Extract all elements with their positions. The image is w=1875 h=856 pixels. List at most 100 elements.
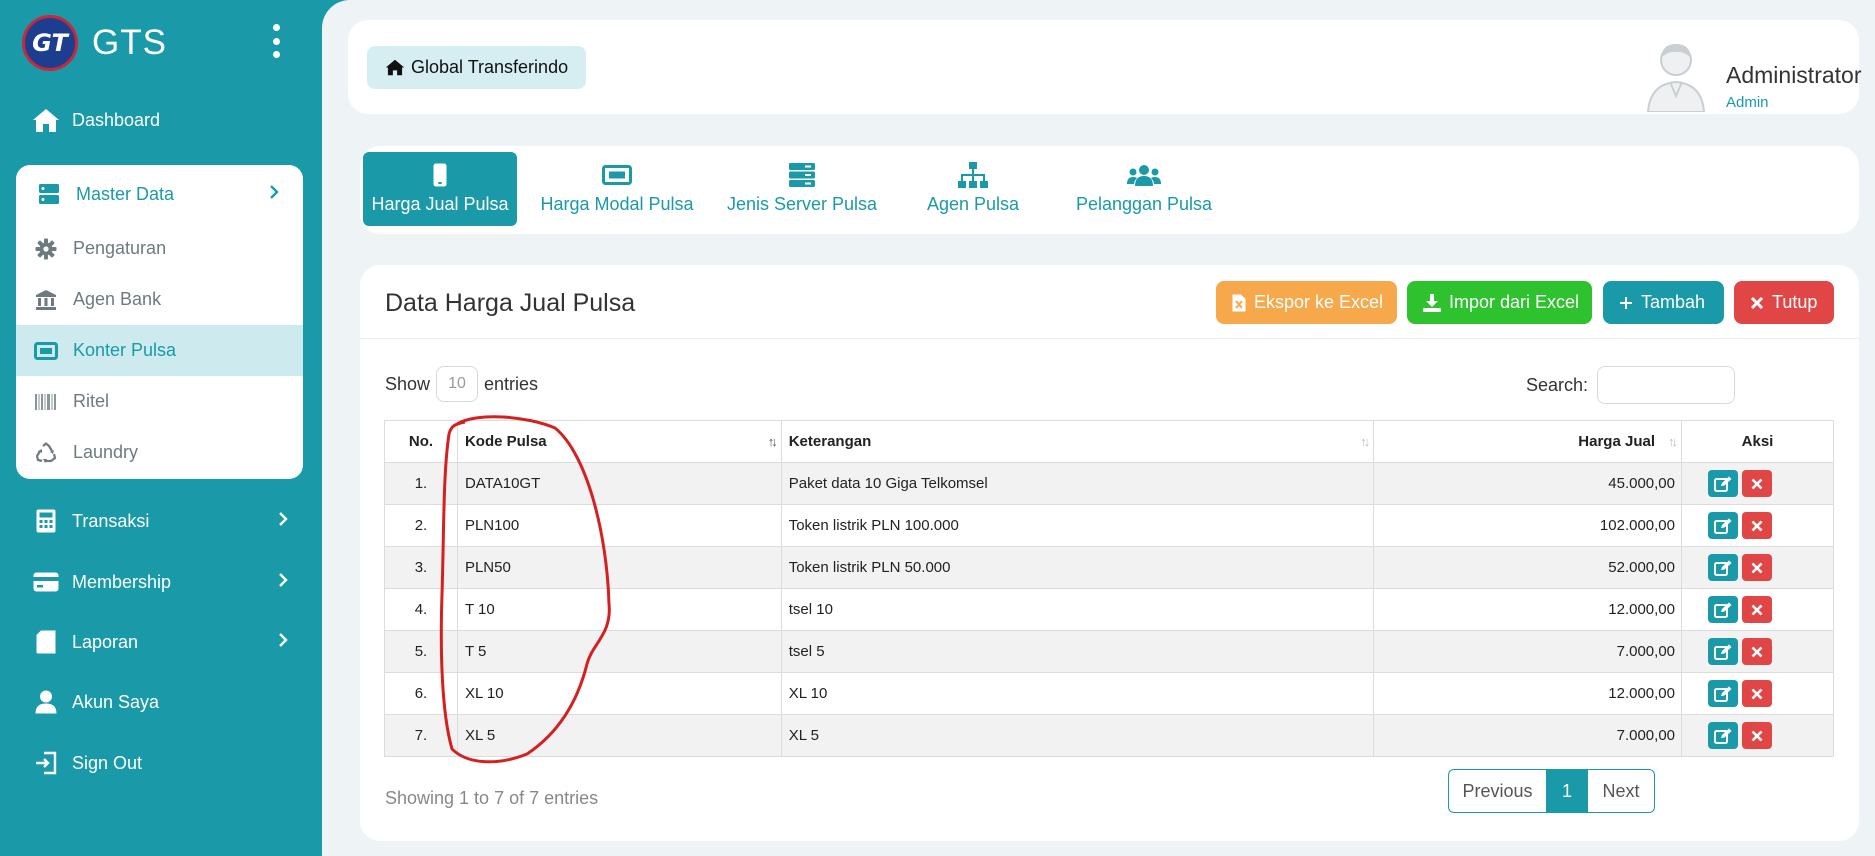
tab-label: Harga Jual Pulsa bbox=[371, 194, 509, 214]
sidebar-item-membership[interactable]: Membership bbox=[32, 568, 288, 596]
cell-no: 6. bbox=[384, 672, 458, 715]
data-table: No. Kode Pulsa ↑↓ Keterangan ↑↓ Harga Jual… bbox=[384, 420, 1834, 757]
column-header-harga-jual[interactable]: Harga Jual ↑↓ bbox=[1373, 420, 1682, 463]
edit-icon bbox=[1713, 476, 1731, 492]
sidebar-item-laporan[interactable]: Laporan bbox=[32, 628, 288, 656]
edit-icon bbox=[1713, 560, 1731, 576]
table-row: 4. T 10 tsel 10 12.000,00 bbox=[384, 588, 1834, 631]
ticket-icon bbox=[33, 338, 59, 364]
column-header-label: Harga Jual bbox=[1578, 433, 1655, 450]
button-label: Impor dari Excel bbox=[1449, 292, 1580, 312]
sort-icon: ↑↓ bbox=[1668, 434, 1678, 449]
delete-button[interactable] bbox=[1741, 722, 1772, 749]
close-button[interactable]: Tutup bbox=[1734, 281, 1834, 324]
cell-no: 2. bbox=[384, 504, 458, 547]
master-data-submenu: Master Data Pengaturan Agen Bank Konter … bbox=[16, 165, 303, 479]
tab-jenis-server-pulsa[interactable]: Jenis Server Pulsa bbox=[722, 152, 882, 226]
calculator-icon bbox=[32, 507, 60, 535]
column-header-kode-pulsa[interactable]: Kode Pulsa ↑↓ bbox=[456, 420, 782, 463]
delete-button[interactable] bbox=[1741, 680, 1772, 707]
chevron-right-icon bbox=[269, 184, 279, 205]
search-input[interactable] bbox=[1597, 366, 1736, 404]
cell-harga-jual: 7.000,00 bbox=[1373, 630, 1682, 673]
cell-keterangan: XL 10 bbox=[780, 672, 1375, 715]
edit-button[interactable] bbox=[1707, 554, 1738, 581]
table-header-row: No. Kode Pulsa ↑↓ Keterangan ↑↓ Harga Jual… bbox=[384, 420, 1834, 463]
cell-keterangan: Paket data 10 Giga Telkomsel bbox=[780, 462, 1375, 505]
credit-card-icon bbox=[32, 568, 60, 596]
gts-logo: GT bbox=[22, 15, 78, 71]
plus-icon bbox=[1619, 296, 1633, 310]
tab-harga-modal-pulsa[interactable]: Harga Modal Pulsa bbox=[540, 152, 694, 226]
tab-pelanggan-pulsa[interactable]: Pelanggan Pulsa bbox=[1072, 152, 1216, 226]
edit-button[interactable] bbox=[1707, 722, 1738, 749]
sidebar-item-transaksi[interactable]: Transaksi bbox=[32, 507, 288, 535]
edit-icon bbox=[1713, 518, 1731, 534]
cell-aksi bbox=[1681, 588, 1834, 631]
sidebar-item-laundry[interactable]: Laundry bbox=[16, 427, 303, 478]
page-length-select[interactable]: 10 bbox=[436, 366, 479, 402]
sidebar-item-label: Dashboard bbox=[72, 109, 161, 130]
column-header-aksi: Aksi bbox=[1681, 420, 1834, 463]
close-icon bbox=[1751, 730, 1762, 741]
delete-button[interactable] bbox=[1741, 470, 1772, 497]
home-icon bbox=[385, 59, 405, 76]
button-label: Tambah bbox=[1641, 292, 1706, 312]
file-excel-icon bbox=[1232, 294, 1246, 312]
column-header-keterangan[interactable]: Keterangan ↑↓ bbox=[780, 420, 1375, 463]
avatar[interactable] bbox=[1644, 38, 1708, 113]
user-name: Administrator bbox=[1726, 62, 1862, 88]
close-icon bbox=[1751, 520, 1762, 531]
delete-button[interactable] bbox=[1741, 554, 1772, 581]
cell-no: 7. bbox=[384, 714, 458, 757]
sidebar-item-agen-bank[interactable]: Agen Bank bbox=[16, 274, 303, 325]
import-excel-button[interactable]: Impor dari Excel bbox=[1407, 281, 1592, 324]
delete-button[interactable] bbox=[1741, 512, 1772, 539]
sitemap-icon bbox=[958, 162, 988, 188]
sidebar-item-akun-saya[interactable]: Akun Saya bbox=[32, 688, 288, 716]
delete-button[interactable] bbox=[1741, 596, 1772, 623]
tab-harga-jual-pulsa[interactable]: Harga Jual Pulsa bbox=[363, 152, 517, 226]
user-icon bbox=[32, 688, 60, 716]
edit-button[interactable] bbox=[1707, 680, 1738, 707]
brand[interactable]: GT GTS bbox=[22, 14, 167, 72]
cell-kode-pulsa: T 5 bbox=[456, 630, 782, 673]
page-title: Data Harga Jual Pulsa bbox=[385, 289, 636, 317]
tab-agen-pulsa[interactable]: Agen Pulsa bbox=[918, 152, 1028, 226]
page-1-button[interactable]: 1 bbox=[1547, 770, 1587, 812]
close-icon bbox=[1751, 688, 1762, 699]
table-row: 7. XL 5 XL 5 7.000,00 bbox=[384, 714, 1834, 757]
sidebar-item-sign-out[interactable]: Sign Out bbox=[32, 749, 288, 777]
previous-page-button[interactable]: Previous bbox=[1449, 770, 1547, 812]
edit-button[interactable] bbox=[1707, 638, 1738, 665]
sidebar-item-ritel[interactable]: Ritel bbox=[16, 376, 303, 427]
delete-button[interactable] bbox=[1741, 638, 1772, 665]
next-page-button[interactable]: Next bbox=[1587, 770, 1654, 812]
sidebar-item-label: Sign Out bbox=[72, 752, 143, 773]
edit-icon bbox=[1713, 728, 1731, 744]
sidebar-item-label: Laundry bbox=[73, 442, 139, 462]
button-label: Tutup bbox=[1772, 292, 1818, 312]
column-header-no[interactable]: No. bbox=[384, 420, 458, 463]
kebab-menu-icon[interactable] bbox=[268, 24, 284, 58]
breadcrumb[interactable]: Global Transferindo bbox=[367, 46, 587, 89]
sort-icon: ↑↓ bbox=[1360, 434, 1370, 449]
table-row: 3. PLN50 Token listrik PLN 50.000 52.000,00 bbox=[384, 546, 1834, 589]
sidebar-item-dashboard[interactable]: Dashboard bbox=[32, 106, 288, 134]
sidebar-item-master-data[interactable]: Master Data bbox=[16, 165, 303, 223]
edit-button[interactable] bbox=[1707, 470, 1738, 497]
sidebar-item-label: Transaksi bbox=[72, 510, 150, 531]
edit-button[interactable] bbox=[1707, 512, 1738, 539]
sidebar-item-konter-pulsa[interactable]: Konter Pulsa bbox=[16, 325, 303, 376]
export-excel-button[interactable]: Ekspor ke Excel bbox=[1216, 281, 1397, 324]
search-control: Search: bbox=[1526, 366, 1736, 404]
close-icon bbox=[1751, 604, 1762, 615]
gear-icon bbox=[33, 236, 59, 262]
edit-button[interactable] bbox=[1707, 596, 1738, 623]
add-button[interactable]: Tambah bbox=[1603, 281, 1724, 324]
sidebar: GT GTS Dashboard Master Data Pengaturan bbox=[0, 0, 322, 856]
sidebar-item-pengaturan[interactable]: Pengaturan bbox=[16, 223, 303, 274]
table-info: Showing 1 to 7 of 7 entries bbox=[385, 788, 599, 808]
table-row: 5. T 5 tsel 5 7.000,00 bbox=[384, 630, 1834, 673]
cell-no: 4. bbox=[384, 588, 458, 631]
